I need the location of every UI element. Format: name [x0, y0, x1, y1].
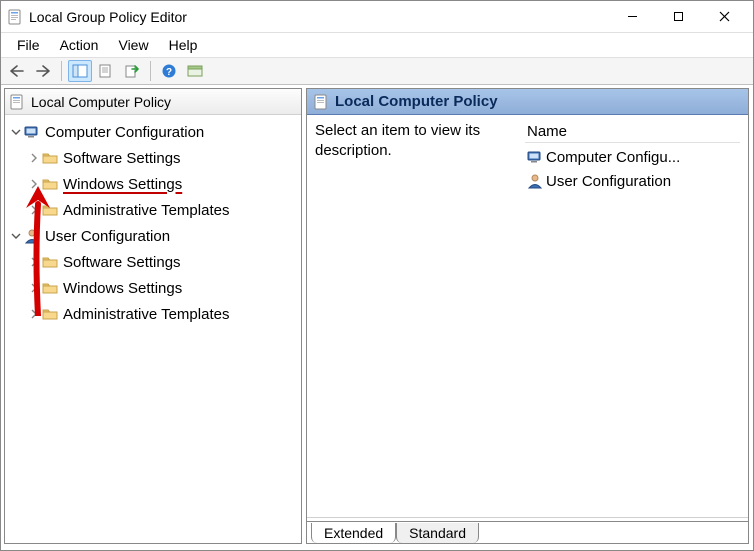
tree-node-windows-settings[interactable]: Windows Settings: [7, 171, 299, 197]
user-icon: [527, 172, 543, 190]
app-icon: [7, 9, 23, 25]
window-title: Local Group Policy Editor: [29, 9, 609, 25]
folder-icon: [41, 175, 59, 193]
tree-node-admin-templates[interactable]: Administrative Templates: [7, 197, 299, 223]
titlebar[interactable]: Local Group Policy Editor: [1, 1, 753, 33]
tree[interactable]: Computer Configuration Software Settings…: [5, 115, 301, 543]
details-body: Select an item to view its description. …: [307, 115, 748, 517]
details-title: Local Computer Policy: [335, 93, 498, 110]
minimize-button[interactable]: [609, 2, 655, 32]
toolbar-help-button[interactable]: ?: [157, 60, 181, 82]
user-icon: [23, 227, 41, 245]
name-column: Name Computer Configu... User Configurat…: [525, 121, 740, 511]
tree-node-computer-configuration[interactable]: Computer Configuration: [7, 119, 299, 145]
folder-icon: [41, 149, 59, 167]
tab-standard[interactable]: Standard: [396, 523, 479, 543]
toolbar-separator: [61, 61, 62, 81]
expander-icon[interactable]: [27, 257, 41, 267]
expander-icon[interactable]: [27, 205, 41, 215]
tree-label: Windows Settings: [63, 176, 182, 193]
folder-icon: [41, 305, 59, 323]
list-item-label: Computer Configu...: [546, 149, 680, 166]
tab-label: Extended: [324, 525, 383, 541]
toolbar-snapin-button[interactable]: [183, 60, 207, 82]
window-buttons: [609, 2, 747, 32]
column-header-name[interactable]: Name: [525, 121, 740, 143]
menu-action[interactable]: Action: [50, 35, 109, 55]
menu-file[interactable]: File: [7, 35, 50, 55]
expander-icon[interactable]: [9, 231, 23, 241]
toolbar-export-button[interactable]: [120, 60, 144, 82]
nav-forward-button[interactable]: [31, 60, 55, 82]
tab-label: Standard: [409, 525, 466, 541]
tree-label: User Configuration: [45, 228, 170, 245]
tab-extended[interactable]: Extended: [311, 523, 396, 543]
close-button[interactable]: [701, 2, 747, 32]
tab-strip: Extended Standard: [307, 517, 748, 543]
tree-pane: Local Computer Policy Computer Configura…: [4, 88, 302, 544]
tree-node-software-settings[interactable]: Software Settings: [7, 145, 299, 171]
toolbar-separator: [150, 61, 151, 81]
expander-icon[interactable]: [27, 153, 41, 163]
computer-icon: [23, 123, 41, 141]
svg-text:?: ?: [166, 67, 172, 78]
expander-icon[interactable]: [27, 179, 41, 189]
tree-label: Computer Configuration: [45, 124, 204, 141]
folder-icon: [41, 201, 59, 219]
list-item[interactable]: Computer Configu...: [525, 145, 740, 169]
policy-icon: [313, 94, 329, 110]
tree-node-software-settings-2[interactable]: Software Settings: [7, 249, 299, 275]
description-text: Select an item to view its description.: [315, 121, 515, 511]
list-item[interactable]: User Configuration: [525, 169, 740, 193]
toolbar: ?: [1, 57, 753, 85]
folder-icon: [41, 253, 59, 271]
tree-node-admin-templates-2[interactable]: Administrative Templates: [7, 301, 299, 327]
maximize-button[interactable]: [655, 2, 701, 32]
nav-back-button[interactable]: [5, 60, 29, 82]
expander-icon[interactable]: [27, 309, 41, 319]
details-header: Local Computer Policy: [307, 89, 748, 115]
expander-icon[interactable]: [9, 127, 23, 137]
list-item-label: User Configuration: [546, 173, 671, 190]
menubar: File Action View Help: [1, 33, 753, 57]
tree-label: Software Settings: [63, 150, 181, 167]
menu-view[interactable]: View: [108, 35, 158, 55]
tree-pane-header[interactable]: Local Computer Policy: [5, 89, 301, 115]
tree-node-user-configuration[interactable]: User Configuration: [7, 223, 299, 249]
expander-icon[interactable]: [27, 283, 41, 293]
menu-help[interactable]: Help: [159, 35, 208, 55]
tree-label: Windows Settings: [63, 280, 182, 297]
folder-icon: [41, 279, 59, 297]
details-pane: Local Computer Policy Select an item to …: [306, 88, 749, 544]
policy-icon: [9, 94, 25, 110]
window-frame: Local Group Policy Editor File Action Vi…: [0, 0, 754, 551]
computer-icon: [527, 148, 543, 166]
tree-label: Administrative Templates: [63, 306, 229, 323]
tree-label: Software Settings: [63, 254, 181, 271]
tree-node-windows-settings-2[interactable]: Windows Settings: [7, 275, 299, 301]
tree-pane-title: Local Computer Policy: [31, 94, 171, 110]
content-area: Local Computer Policy Computer Configura…: [1, 85, 753, 550]
toolbar-show-tree-button[interactable]: [68, 60, 92, 82]
toolbar-properties-button[interactable]: [94, 60, 118, 82]
tree-label: Administrative Templates: [63, 202, 229, 219]
